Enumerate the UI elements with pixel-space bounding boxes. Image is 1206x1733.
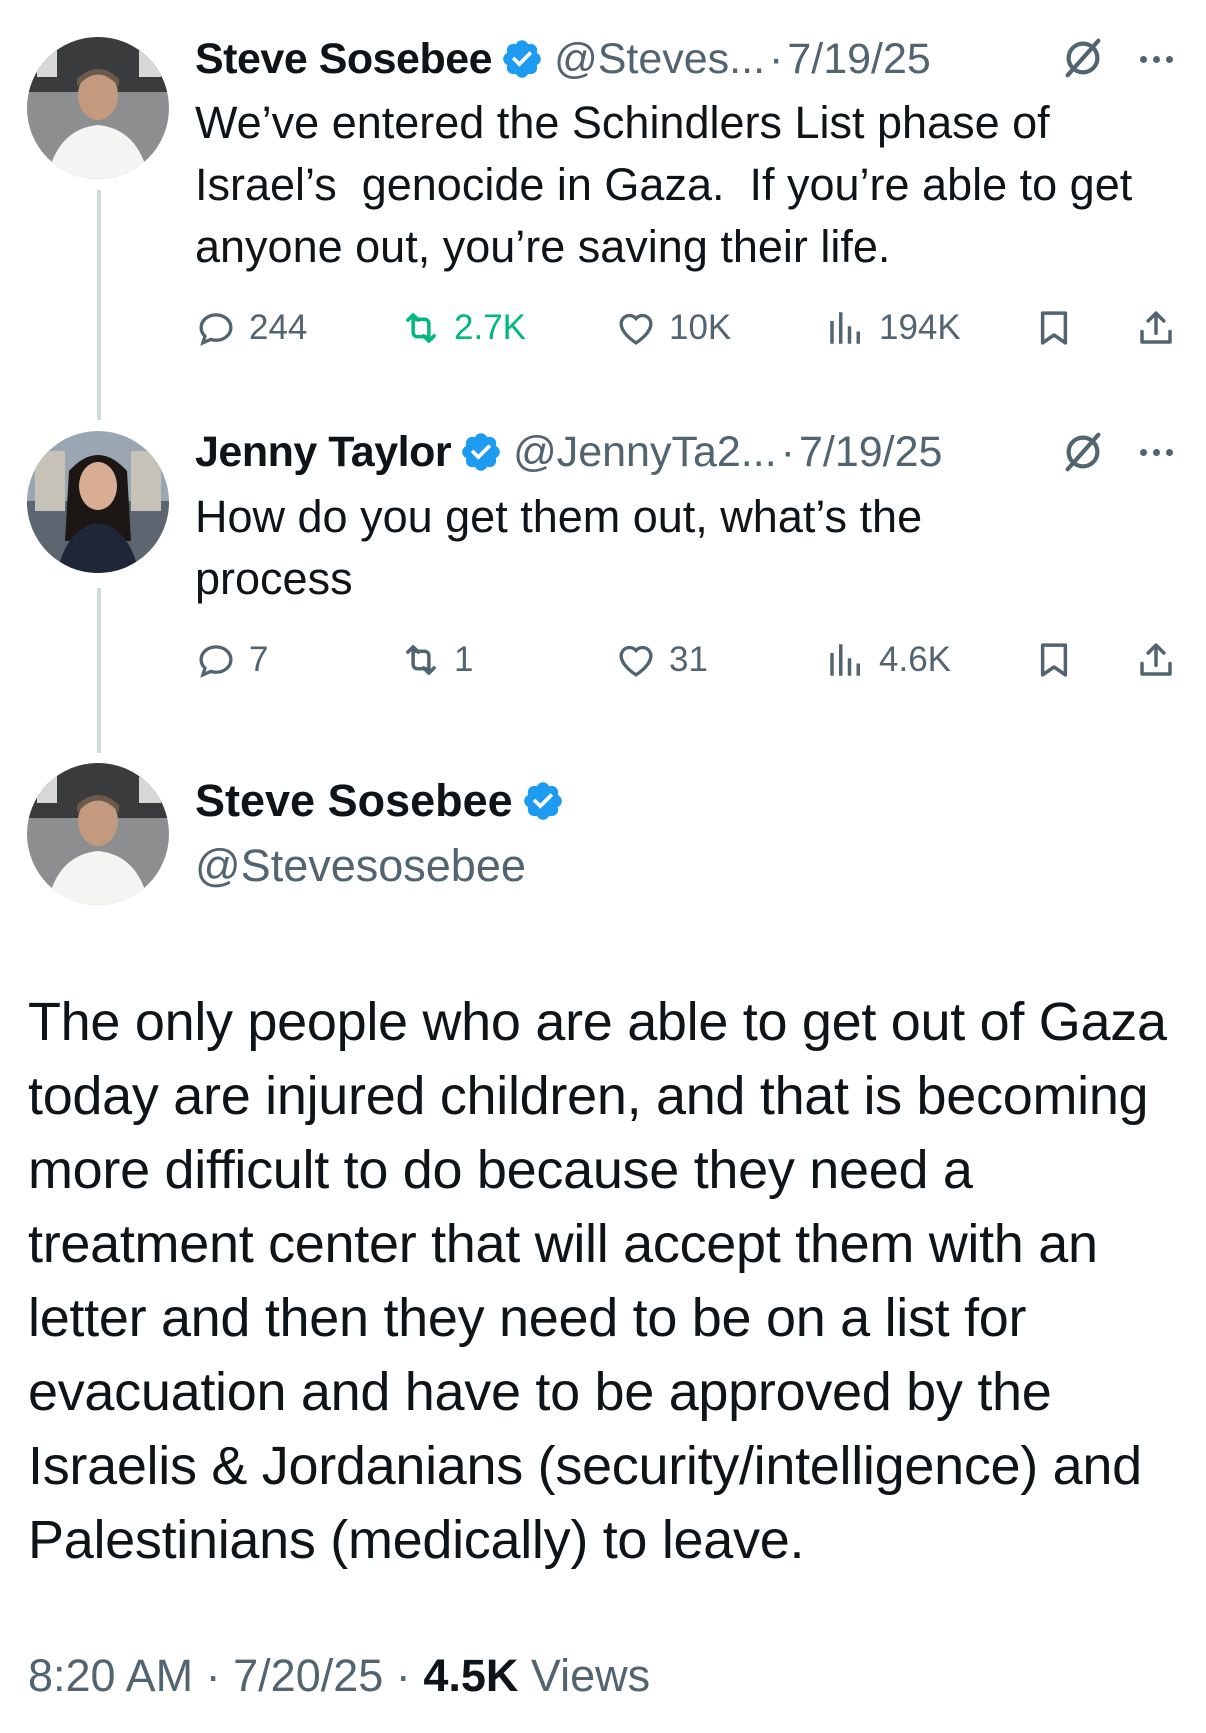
author-name[interactable]: Steve Sosebee <box>195 775 513 827</box>
avatar[interactable] <box>27 763 169 905</box>
views-count: 4.5K <box>423 1650 519 1701</box>
reply-count: 7 <box>249 640 269 679</box>
author-name[interactable]: Jenny Taylor <box>195 428 452 477</box>
share-icon <box>1140 311 1172 344</box>
thread-line <box>97 190 101 420</box>
views-icon <box>830 644 860 676</box>
author-handle[interactable]: @JennyTa2... <box>513 428 777 477</box>
verified-badge-icon <box>503 40 541 78</box>
like-button[interactable]: 10K <box>615 298 731 358</box>
repost-count: 1 <box>454 640 474 679</box>
like-count: 10K <box>669 308 732 347</box>
like-button[interactable]: 31 <box>615 630 708 690</box>
views-icon <box>830 312 860 344</box>
views-count: 4.6K <box>879 640 951 679</box>
reply-icon <box>199 313 233 346</box>
main-author-name-row: Steve Sosebee <box>195 775 575 827</box>
views-count: 194K <box>879 308 961 347</box>
tweet-actions: 7 1 31 4.6K <box>195 630 1185 690</box>
verified-badge-icon <box>462 433 500 471</box>
separator: · <box>395 1650 411 1701</box>
tweet-date[interactable]: 7/20/25 <box>233 1650 383 1701</box>
views-button[interactable]: 194K <box>825 298 961 358</box>
reply-button[interactable]: 244 <box>195 298 307 358</box>
reply-icon <box>199 645 233 678</box>
tweet-date[interactable]: 7/19/25 <box>787 35 930 84</box>
more-icon[interactable] <box>1140 449 1173 456</box>
main-tweet-text: The only people who are able to get out … <box>28 992 1167 1570</box>
tweet-actions: 244 2.7K 10K 194K <box>195 298 1185 358</box>
reply-button[interactable]: 7 <box>195 630 268 690</box>
grok-icon[interactable] <box>1060 429 1106 475</box>
verified-badge-icon <box>523 782 562 820</box>
reply-count: 244 <box>249 308 308 347</box>
repost-icon <box>406 645 436 675</box>
bookmark-button[interactable] <box>1033 298 1075 358</box>
grok-icon[interactable] <box>1060 35 1106 81</box>
thread-line <box>97 588 101 753</box>
bookmark-icon <box>1040 311 1068 345</box>
tweet-header: Jenny Taylor @JennyTa2... · 7/19/25 <box>195 420 942 484</box>
separator: · <box>780 427 795 476</box>
author-handle[interactable]: @Steves... <box>554 35 765 84</box>
bookmark-button[interactable] <box>1033 630 1075 690</box>
tweet-meta: 8:20 AM · 7/20/25 · 4.5K Views <box>28 1650 650 1702</box>
tweet-text: We’ve entered the Schindlers List phase … <box>195 97 1133 272</box>
avatar[interactable] <box>27 37 169 179</box>
share-icon <box>1140 643 1172 676</box>
more-icon[interactable] <box>1140 56 1173 63</box>
heart-icon <box>619 313 653 345</box>
tweet-text: How do you get them out, what’s the proc… <box>195 491 923 604</box>
author-handle[interactable]: @Stevesosebee <box>195 840 526 892</box>
tweet-header: Steve Sosebee @Steves... · 7/19/25 <box>195 27 931 91</box>
separator: · <box>769 34 784 83</box>
share-button[interactable] <box>1135 630 1177 690</box>
like-count: 31 <box>669 640 708 679</box>
repost-button[interactable]: 2.7K <box>400 298 526 358</box>
repost-count: 2.7K <box>454 308 526 347</box>
repost-button[interactable]: 1 <box>400 630 473 690</box>
share-button[interactable] <box>1135 298 1177 358</box>
avatar[interactable] <box>27 431 169 573</box>
repost-icon <box>406 313 436 343</box>
separator: · <box>205 1650 221 1701</box>
author-name[interactable]: Steve Sosebee <box>195 35 493 84</box>
views-label: Views <box>530 1650 651 1701</box>
views-button[interactable]: 4.6K <box>825 630 951 690</box>
tweet-time[interactable]: 8:20 AM <box>28 1650 193 1701</box>
heart-icon <box>619 645 653 677</box>
bookmark-icon <box>1040 643 1068 677</box>
tweet-date[interactable]: 7/19/25 <box>799 428 942 477</box>
